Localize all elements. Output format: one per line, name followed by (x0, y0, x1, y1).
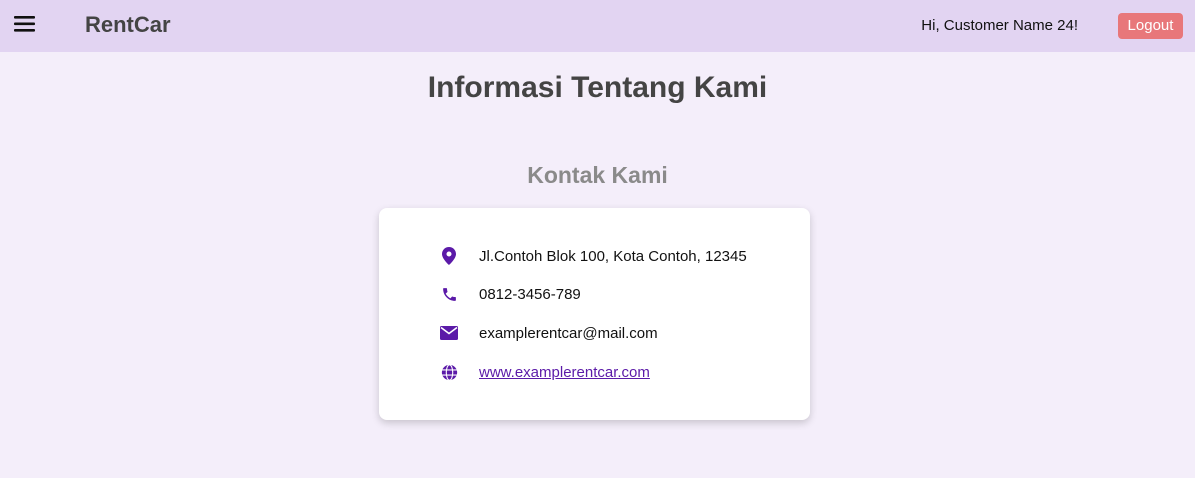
brand-logo-text[interactable]: RentCar (85, 12, 171, 38)
globe-icon (439, 362, 459, 382)
phone-icon (439, 284, 459, 304)
contact-email: examplerentcar@mail.com (479, 324, 658, 342)
logout-button[interactable]: Logout (1118, 13, 1183, 39)
hamburger-icon[interactable] (14, 15, 36, 33)
contact-row-website: www.examplerentcar.com (439, 361, 650, 383)
contact-row-email: examplerentcar@mail.com (439, 322, 658, 344)
location-pin-icon (439, 246, 459, 266)
contact-card: Jl.Contoh Blok 100, Kota Contoh, 12345 0… (379, 208, 810, 420)
page-title: Informasi Tentang Kami (427, 71, 768, 104)
top-navbar: RentCar Hi, Customer Name 24! Logout (0, 0, 1195, 52)
contact-phone: 0812-3456-789 (479, 285, 581, 303)
contact-website-link[interactable]: www.examplerentcar.com (479, 364, 650, 381)
envelope-icon (439, 323, 459, 343)
contact-row-phone: 0812-3456-789 (439, 283, 581, 305)
section-title-contact: Kontak Kami (527, 162, 668, 188)
contact-address: Jl.Contoh Blok 100, Kota Contoh, 12345 (479, 247, 747, 265)
contact-row-address: Jl.Contoh Blok 100, Kota Contoh, 12345 (439, 245, 747, 267)
user-greeting: Hi, Customer Name 24! (921, 17, 1078, 34)
